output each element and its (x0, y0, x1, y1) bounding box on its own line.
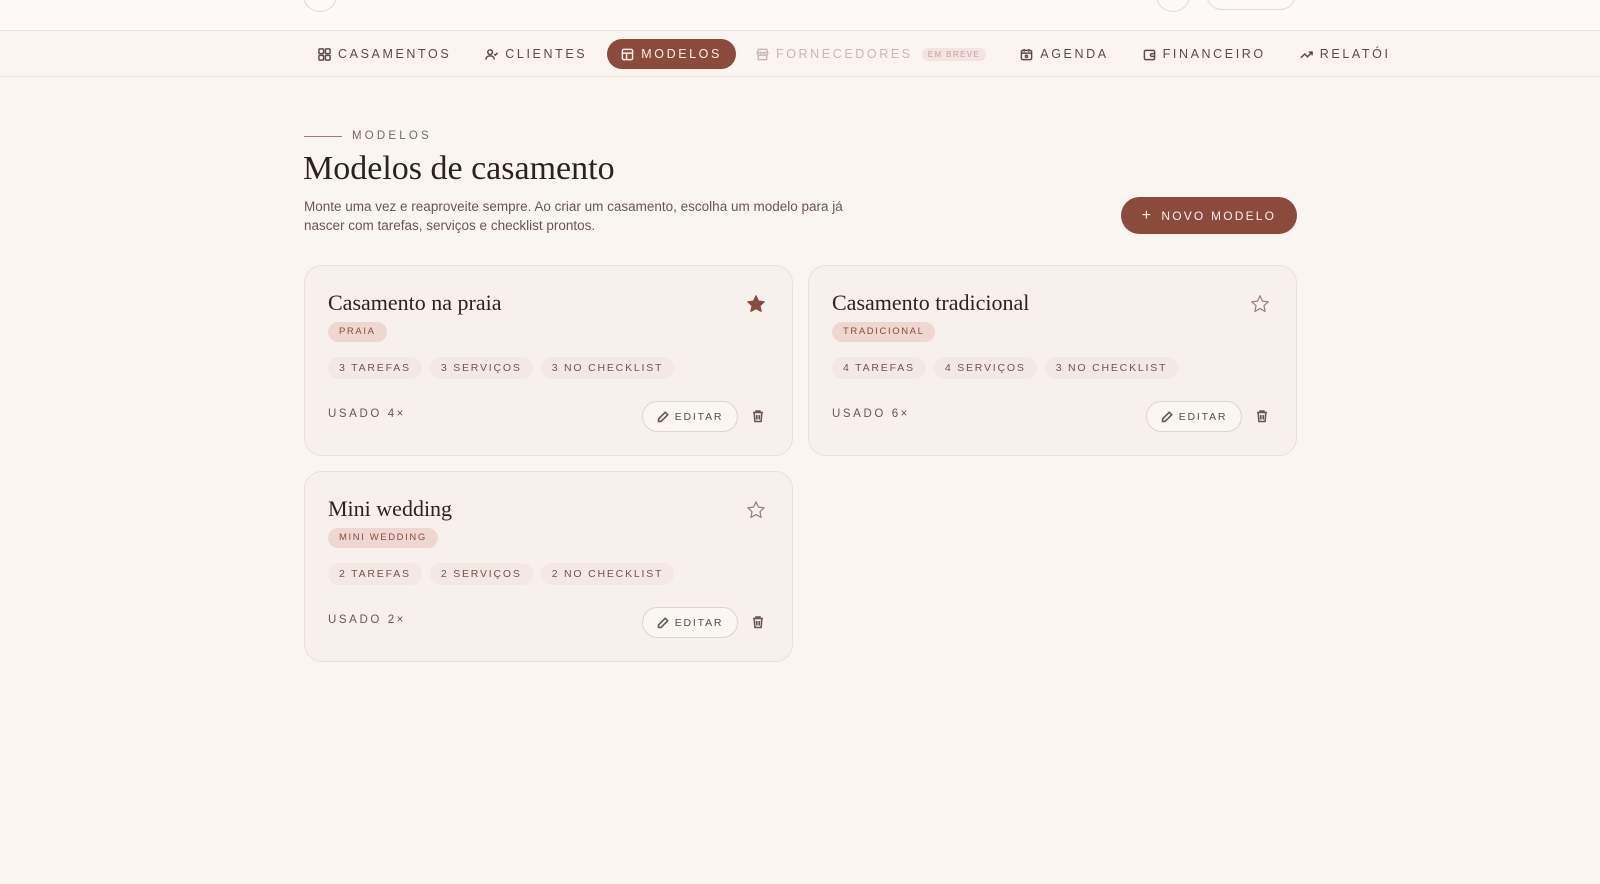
coming-soon-badge: EM BREVE (921, 47, 987, 61)
stat-tasks: 4 TAREFAS (832, 357, 926, 379)
nav-item-financeiro[interactable]: FINANCEIRO (1129, 39, 1280, 69)
stat-tasks: 3 TAREFAS (328, 357, 422, 379)
edit-label: EDITAR (674, 616, 724, 629)
model-tag: TRADICIONAL (832, 322, 936, 342)
nav-item-fornecedores: FORNECEDORES EM BREVE (742, 39, 1000, 69)
model-stats: 2 TAREFAS 2 SERVIÇOS 2 NO CHECKLIST (328, 563, 675, 585)
stat-checklist: 3 NO CHECKLIST (540, 357, 675, 379)
favorite-star-icon[interactable] (746, 294, 766, 314)
usage-count: USADO 6× (832, 408, 911, 420)
nav-item-modelos[interactable]: MODELOS (607, 39, 736, 69)
model-card-title: Casamento tradicional (832, 290, 1030, 315)
edit-button[interactable]: EDITAR (642, 607, 738, 638)
grid-icon (318, 47, 331, 61)
model-tag: PRAIA (328, 322, 387, 342)
top-header (0, 0, 1600, 31)
logo-icon[interactable] (303, 0, 337, 12)
usage-count: USADO 2× (328, 614, 407, 626)
edit-label: EDITAR (674, 410, 724, 423)
plus-icon: + (1141, 206, 1154, 224)
users-icon (485, 48, 499, 60)
nav-item-label: FINANCEIRO (1162, 47, 1266, 61)
new-model-button[interactable]: + NOVO MODELO (1121, 197, 1297, 234)
new-model-label: NOVO MODELO (1161, 208, 1277, 223)
model-card-title: Mini wedding (328, 496, 453, 521)
header-icon-button[interactable] (1156, 0, 1190, 12)
eyebrow-label: MODELOS (352, 130, 432, 142)
trash-icon (1257, 410, 1267, 423)
page-title: Modelos de casamento (303, 150, 615, 187)
pencil-icon (657, 410, 669, 422)
model-card-title: Casamento na praia (328, 290, 502, 315)
nav-item-agenda[interactable]: AGENDA (1006, 39, 1122, 69)
template-icon (621, 48, 634, 60)
nav-items: CASAMENTOS CLIENTES MODELOS FORNECEDORES… (304, 39, 1405, 69)
nav-item-label: CASAMENTOS (338, 47, 452, 61)
stat-services: 3 SERVIÇOS (429, 357, 533, 379)
favorite-star-icon[interactable] (746, 500, 766, 520)
nav-item-label: AGENDA (1040, 47, 1109, 61)
section-eyebrow: MODELOS (304, 130, 432, 142)
stat-services: 2 SERVIÇOS (429, 563, 533, 585)
wallet-icon (1143, 49, 1156, 60)
calendar-icon (1020, 48, 1033, 60)
store-icon (756, 48, 769, 60)
header-account-button[interactable] (1206, 0, 1296, 10)
stat-checklist: 3 NO CHECKLIST (1044, 357, 1179, 379)
model-card: Casamento tradicional TRADICIONAL 4 TARE… (808, 265, 1297, 456)
model-card: Mini wedding MINI WEDDING 2 TAREFAS 2 SE… (304, 471, 793, 662)
trash-icon (753, 616, 763, 629)
model-stats: 3 TAREFAS 3 SERVIÇOS 3 NO CHECKLIST (328, 357, 675, 379)
delete-button[interactable] (748, 406, 768, 426)
trash-icon (753, 410, 763, 423)
nav-item-clientes[interactable]: CLIENTES (471, 39, 601, 69)
edit-button[interactable]: EDITAR (642, 401, 738, 432)
stat-services: 4 SERVIÇOS (933, 357, 1037, 379)
favorite-star-icon[interactable] (1250, 294, 1270, 314)
model-tag: MINI WEDDING (328, 528, 438, 548)
eyebrow-rule (304, 135, 342, 137)
delete-button[interactable] (748, 612, 768, 632)
stat-tasks: 2 TAREFAS (328, 563, 422, 585)
nav-item-casamentos[interactable]: CASAMENTOS (304, 39, 465, 69)
edit-button[interactable]: EDITAR (1146, 401, 1242, 432)
trend-icon (1300, 50, 1313, 58)
nav-item-relatorios[interactable]: RELATÓI (1286, 39, 1405, 69)
usage-count: USADO 4× (328, 408, 407, 420)
nav-item-label: RELATÓI (1319, 47, 1391, 61)
model-card: Casamento na praia PRAIA 3 TAREFAS 3 SER… (304, 265, 793, 456)
main-nav: CASAMENTOS CLIENTES MODELOS FORNECEDORES… (0, 31, 1600, 77)
pencil-icon (657, 616, 669, 628)
nav-item-label: CLIENTES (505, 47, 588, 61)
edit-label: EDITAR (1178, 410, 1228, 423)
delete-button[interactable] (1252, 406, 1272, 426)
model-stats: 4 TAREFAS 4 SERVIÇOS 3 NO CHECKLIST (832, 357, 1179, 379)
stat-checklist: 2 NO CHECKLIST (540, 563, 675, 585)
pencil-icon (1161, 410, 1173, 422)
page-description: Monte uma vez e reaproveite sempre. Ao c… (304, 199, 843, 233)
nav-item-label: FORNECEDORES (775, 47, 913, 61)
nav-item-label: MODELOS (641, 47, 722, 61)
